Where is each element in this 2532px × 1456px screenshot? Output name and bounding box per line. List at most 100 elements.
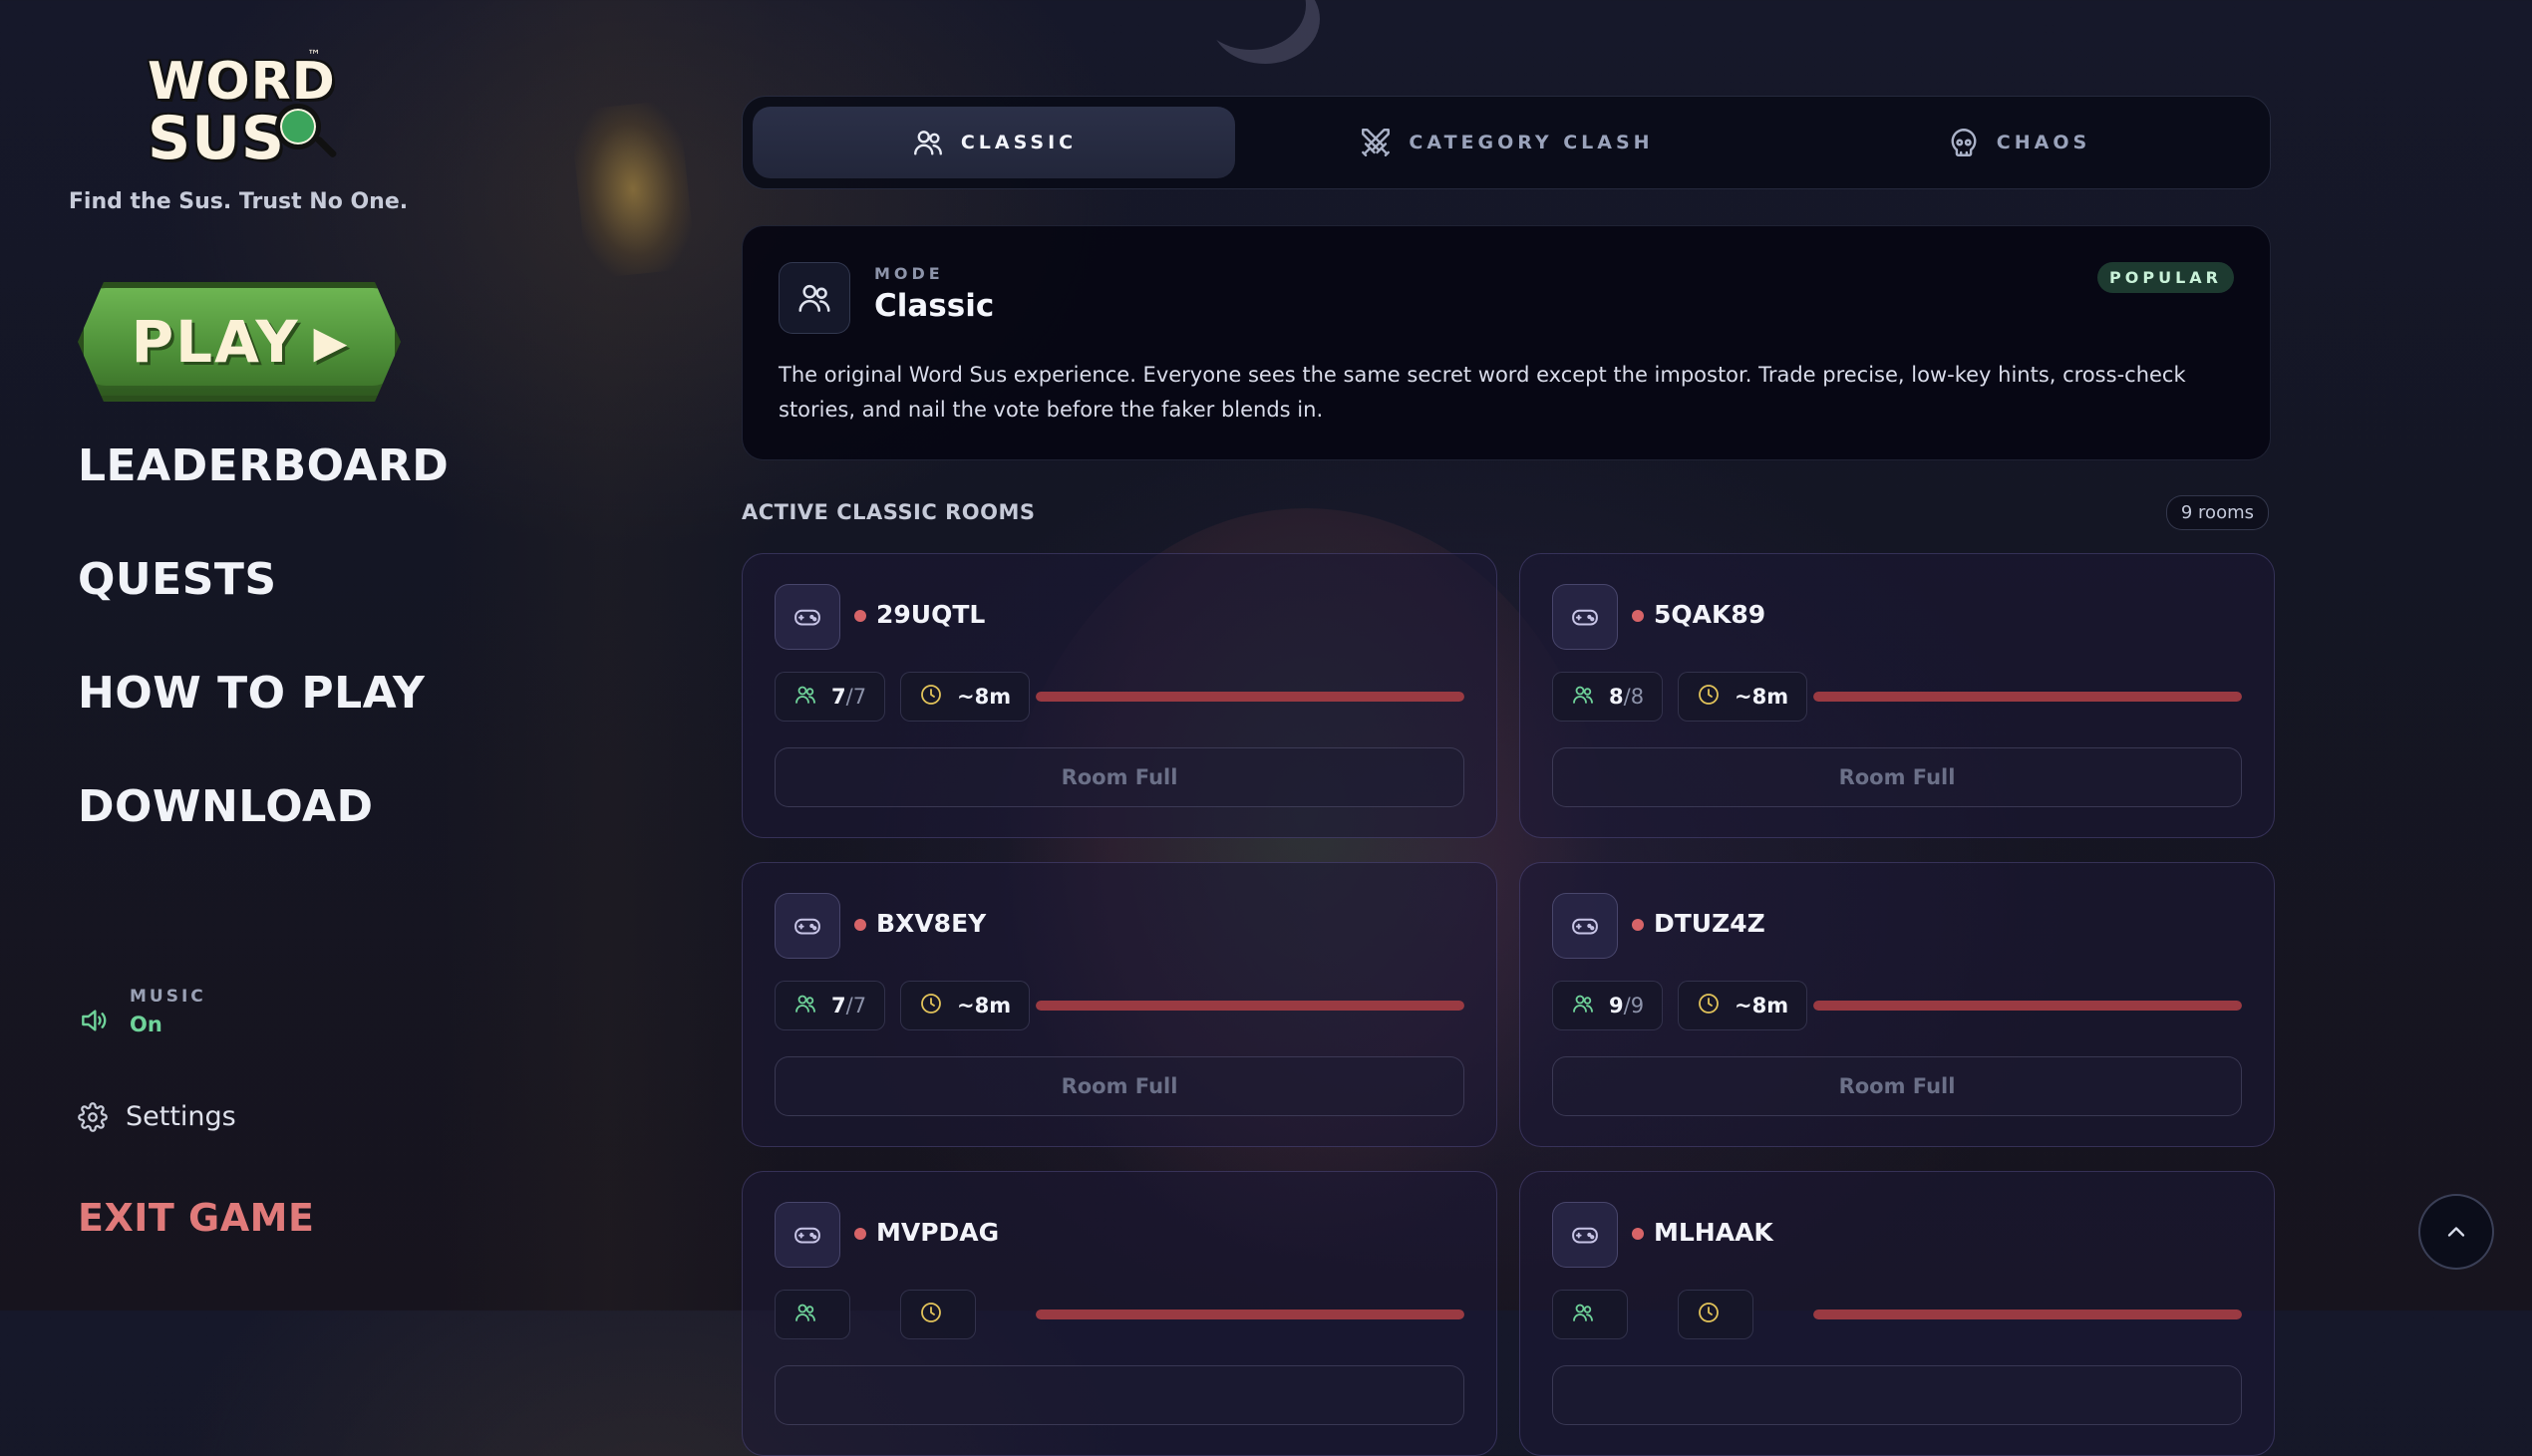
tab-category-clash[interactable]: CATEGORY CLASH — [1265, 107, 1747, 178]
nav-how-to-play[interactable]: HOW TO PLAY — [78, 668, 425, 719]
room-players: 8 — [1609, 685, 1624, 709]
players-icon — [1571, 992, 1595, 1020]
room-status-dot — [1632, 1228, 1644, 1240]
room-duration: ~8m — [900, 981, 1031, 1030]
nav-download[interactable]: DOWNLOAD — [78, 781, 374, 832]
mode-title: Classic — [874, 288, 995, 324]
room-card[interactable]: DTUZ4Z 9/9 ~8m Room Full — [1519, 862, 2275, 1147]
room-max-players: /9 — [1623, 994, 1645, 1018]
mode-tabs: CLASSIC CATEGORY CLASH CHAOS — [742, 96, 2271, 189]
room-status-dot — [854, 1228, 866, 1240]
room-player-count — [775, 1290, 850, 1339]
room-capacity-bar — [1036, 1310, 1464, 1319]
room-card[interactable]: BXV8EY 7/7 ~8m Room Full — [742, 862, 1497, 1147]
room-code: BXV8EY — [876, 909, 987, 938]
gamepad-icon — [1552, 1202, 1618, 1268]
room-code: DTUZ4Z — [1654, 909, 1765, 938]
room-full-button[interactable] — [775, 1365, 1464, 1425]
room-duration: ~8m — [1678, 672, 1808, 722]
players-icon — [793, 992, 817, 1020]
room-full-button[interactable]: Room Full — [775, 747, 1464, 807]
rooms-count-badge: 9 rooms — [2165, 495, 2269, 530]
room-card[interactable]: MLHAAK — [1519, 1171, 2275, 1456]
room-code: 29UQTL — [876, 600, 986, 629]
room-player-count — [1552, 1290, 1628, 1339]
tagline: Find the Sus. Trust No One. — [68, 189, 409, 214]
room-status-dot — [854, 919, 866, 931]
room-card[interactable]: 5QAK89 8/8 ~8m Room Full — [1519, 553, 2275, 838]
room-capacity-fill — [1036, 1310, 1464, 1319]
room-card[interactable]: MVPDAG — [742, 1171, 1497, 1456]
room-full-button[interactable]: Room Full — [775, 1056, 1464, 1116]
room-max-players: /7 — [845, 685, 867, 709]
gamepad-icon — [775, 584, 840, 650]
gear-icon — [78, 1101, 108, 1132]
tab-classic[interactable]: CLASSIC — [753, 107, 1235, 178]
room-duration-value: ~8m — [957, 994, 1012, 1018]
gamepad-icon — [775, 893, 840, 959]
users-icon — [798, 284, 830, 312]
tab-category-clash-label: CATEGORY CLASH — [1409, 132, 1654, 153]
sidebar: WORD ™ SUS Find the Sus. Trust No One. P… — [0, 0, 449, 1310]
room-max-players: /8 — [1623, 685, 1645, 709]
clock-icon — [1697, 683, 1721, 712]
crossed-swords-icon — [1362, 129, 1391, 156]
clock-icon — [1697, 1301, 1721, 1329]
gamepad-icon — [775, 1202, 840, 1268]
room-capacity-fill — [1036, 692, 1464, 702]
room-code: MLHAAK — [1654, 1218, 1773, 1247]
play-button[interactable]: PLAY ▶ — [78, 282, 401, 402]
speaker-icon — [82, 1010, 107, 1031]
room-player-count: 9/9 — [1552, 981, 1664, 1030]
room-capacity-bar — [1036, 1001, 1464, 1011]
room-full-button[interactable] — [1552, 1365, 2242, 1425]
scroll-to-top-button[interactable] — [2418, 1194, 2494, 1270]
rooms-section-title: ACTIVE CLASSIC ROOMS — [742, 500, 1036, 524]
music-toggle[interactable]: MUSIC On — [78, 987, 206, 1036]
room-capacity-bar — [1813, 1310, 2242, 1319]
background-building — [439, 0, 778, 1310]
chevron-up-icon — [2447, 1227, 2465, 1237]
players-icon — [1571, 683, 1595, 712]
popular-badge: POPULAR — [2097, 262, 2234, 293]
players-icon — [793, 683, 817, 712]
logo-line-2: SUS — [148, 104, 286, 173]
play-button-label: PLAY — [131, 308, 300, 376]
room-full-button[interactable]: Room Full — [1552, 1056, 2242, 1116]
players-icon — [1571, 1301, 1595, 1329]
room-duration — [900, 1290, 976, 1339]
music-label: MUSIC — [130, 987, 206, 1007]
clock-icon — [919, 1301, 943, 1329]
gamepad-icon — [1552, 584, 1618, 650]
exit-game-button[interactable]: EXIT GAME — [78, 1196, 314, 1240]
room-capacity-bar — [1036, 692, 1464, 702]
lantern-illustration — [569, 99, 697, 280]
settings-button[interactable]: Settings — [78, 1101, 236, 1132]
moon-illustration — [1196, 0, 1306, 50]
room-duration: ~8m — [1678, 981, 1808, 1030]
room-duration-value: ~8m — [957, 685, 1012, 709]
magnifier-icon — [275, 104, 321, 149]
room-duration — [1678, 1290, 1753, 1339]
room-player-count: 7/7 — [775, 672, 886, 722]
room-code: 5QAK89 — [1654, 600, 1766, 629]
users-icon — [913, 131, 942, 155]
nav-quests[interactable]: QUESTS — [78, 554, 277, 605]
mode-description: The original Word Sus experience. Everyo… — [779, 363, 2186, 422]
room-players: 7 — [831, 994, 846, 1018]
room-capacity-bar — [1813, 692, 2242, 702]
tab-chaos[interactable]: CHAOS — [1777, 107, 2260, 178]
clock-icon — [919, 992, 943, 1020]
room-status-dot — [1632, 610, 1644, 622]
room-max-players: /7 — [845, 994, 867, 1018]
room-full-button[interactable]: Room Full — [1552, 747, 2242, 807]
clock-icon — [1697, 992, 1721, 1020]
room-capacity-fill — [1036, 1001, 1464, 1011]
room-card[interactable]: 29UQTL 7/7 ~8m Room Full — [742, 553, 1497, 838]
mode-kicker: MODE — [874, 264, 944, 283]
room-players: 9 — [1609, 994, 1624, 1018]
room-players: 7 — [831, 685, 846, 709]
mode-icon-box — [779, 262, 850, 334]
nav-leaderboard[interactable]: LEADERBOARD — [78, 440, 449, 491]
game-logo: WORD ™ SUS — [148, 48, 338, 173]
